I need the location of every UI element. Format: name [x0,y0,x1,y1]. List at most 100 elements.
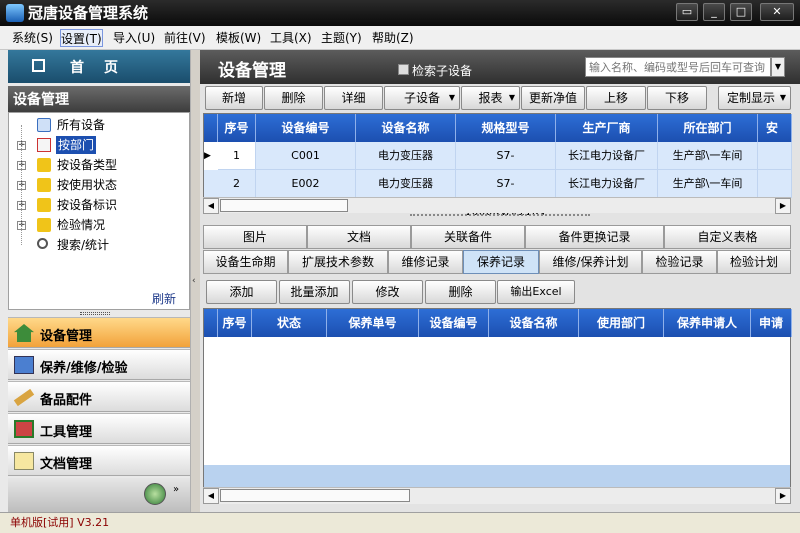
table-cell[interactable]: 生产部\一车间 [658,142,758,170]
column-header[interactable]: 所在部门 [658,114,758,142]
chevron-left-icon[interactable]: ‹ [192,276,196,286]
version-status: 单机版[试用] V3.21 [10,516,110,529]
update-value-button[interactable]: 更新净值 [521,86,585,110]
globe-icon[interactable] [144,483,166,505]
column-header[interactable]: 保养申请人 [664,309,751,337]
column-header[interactable]: 规格型号 [456,114,556,142]
column-header[interactable]: 设备编号 [419,309,489,337]
table-cell[interactable]: 2 [218,170,256,198]
table-cell[interactable]: E002 [256,170,356,198]
table-cell[interactable]: 1 [218,142,256,170]
delete-record-button[interactable]: 删除 [425,280,496,304]
table-cell[interactable]: S7-1250KVA/10KV [456,142,556,190]
home-button[interactable]: 首页 [8,50,190,83]
minimize-button[interactable]: _ [703,3,725,21]
column-header[interactable]: 生产厂商 [556,114,658,142]
table-cell[interactable]: S7-1000KVA/11KV [456,170,556,218]
menu-template[interactable]: 模板(W) [216,29,261,47]
menu-tools[interactable]: 工具(X) [270,29,312,47]
export-excel-button[interactable]: 输出Excel [497,280,575,304]
add-button[interactable]: 新增 [205,86,263,110]
column-header[interactable]: 设备编号 [256,114,356,142]
menu-settings[interactable]: 设置(T) [60,29,103,47]
column-header[interactable]: 设备名称 [356,114,456,142]
tree-item-all-devices[interactable]: 所有设备 [9,116,189,134]
horizontal-splitter[interactable] [410,214,590,220]
horizontal-scrollbar[interactable]: ◀ ▶ [203,487,791,504]
scroll-left-icon[interactable]: ◀ [203,488,219,504]
column-header[interactable]: 保养单号 [327,309,419,337]
scroll-right-icon[interactable]: ▶ [775,488,791,504]
column-header[interactable]: 状态 [252,309,327,337]
column-header[interactable]: 申请 [751,309,792,337]
table-cell[interactable]: 生产部\一车间 [658,170,758,198]
sub-device-button[interactable]: 子设备 ▼ [384,86,460,110]
column-header[interactable]: 安 [758,114,792,142]
table-cell[interactable] [758,142,792,170]
tab-tech-params[interactable]: 扩展技术参数 [288,250,388,274]
scrollbar-thumb[interactable] [220,199,348,212]
scroll-left-icon[interactable]: ◀ [203,198,219,214]
report-button[interactable]: 报表 ▼ [461,86,520,110]
row-indicator[interactable] [204,170,218,198]
tab-custom-table[interactable]: 自定义表格 [664,225,791,249]
column-header[interactable]: 序号 [218,114,256,142]
batch-add-button[interactable]: 批量添加 [279,280,350,304]
tab-inspection-records[interactable]: 检验记录 [642,250,717,274]
modify-button[interactable]: 修改 [352,280,423,304]
tab-documents[interactable]: 文档 [307,225,411,249]
menu-theme[interactable]: 主题(Y) [321,29,362,47]
menu-import[interactable]: 导入(U) [113,29,155,47]
restore-down-icon[interactable]: ▭ [676,3,698,21]
tree-item-by-department[interactable]: + 按部门 [9,136,189,154]
delete-button[interactable]: 删除 [264,86,323,110]
table-cell[interactable]: 电力变压器 [356,142,456,170]
nav-tools[interactable]: 工具管理 [8,413,190,444]
column-header[interactable]: 设备名称 [489,309,579,337]
tree-item-by-tag[interactable]: + 按设备标识 [9,196,189,214]
tab-related-parts[interactable]: 关联备件 [411,225,525,249]
add-record-button[interactable]: 添加 [206,280,277,304]
nav-documents[interactable]: 文档管理 [8,445,190,476]
search-dropdown-icon[interactable]: ▼ [771,57,785,77]
move-down-button[interactable]: 下移 [647,86,707,110]
scroll-right-icon[interactable]: ▶ [775,198,791,214]
custom-display-button[interactable]: 定制显示 ▼ [718,86,791,110]
panel-grip[interactable] [80,312,110,315]
nav-maintenance[interactable]: 保养/维修/检验 [8,349,190,380]
close-button[interactable]: ✕ [760,3,794,21]
tab-repair-records[interactable]: 维修记录 [388,250,463,274]
horizontal-scrollbar[interactable]: ◀ ▶ [203,197,791,214]
menu-help[interactable]: 帮助(Z) [372,29,414,47]
tree-item-inspection[interactable]: + 检验情况 [9,216,189,234]
row-indicator[interactable]: ▶ [204,142,218,170]
tab-lifecycle[interactable]: 设备生命期 [203,250,288,274]
table-cell[interactable]: 电力变压器 [356,170,456,198]
tree-item-by-type[interactable]: + 按设备类型 [9,156,189,174]
maximize-button[interactable]: □ [730,3,752,21]
scrollbar-thumb[interactable] [220,489,410,502]
tab-parts-replacement[interactable]: 备件更换记录 [525,225,664,249]
table-cell[interactable]: 长江电力设备厂 [556,170,658,198]
tab-inspection-plan[interactable]: 检验计划 [717,250,791,274]
menu-system[interactable]: 系统(S) [12,29,53,47]
tab-maintenance-plan[interactable]: 维修/保养计划 [539,250,642,274]
nav-device-management[interactable]: 设备管理 [8,317,190,348]
refresh-link[interactable]: 刷新 [152,290,176,307]
search-input[interactable] [585,57,771,77]
table-cell[interactable] [758,170,792,198]
column-header[interactable]: 使用部门 [579,309,664,337]
table-cell[interactable]: C001 [256,142,356,170]
table-cell[interactable]: 长江电力设备厂 [556,142,658,170]
tab-maintenance-records[interactable]: 保养记录 [463,250,539,274]
tree-item-by-status[interactable]: + 按使用状态 [9,176,189,194]
move-up-button[interactable]: 上移 [586,86,646,110]
detail-button[interactable]: 详细 [324,86,383,110]
column-header[interactable]: 序号 [218,309,252,337]
menu-goto[interactable]: 前往(V) [164,29,206,47]
sub-device-checkbox[interactable] [398,64,409,75]
tree-item-search-stats[interactable]: 搜索/统计 [9,236,189,254]
chevron-down-icon[interactable]: » [173,484,179,495]
nav-spare-parts[interactable]: 备品配件 [8,381,190,412]
tab-pictures[interactable]: 图片 [203,225,307,249]
